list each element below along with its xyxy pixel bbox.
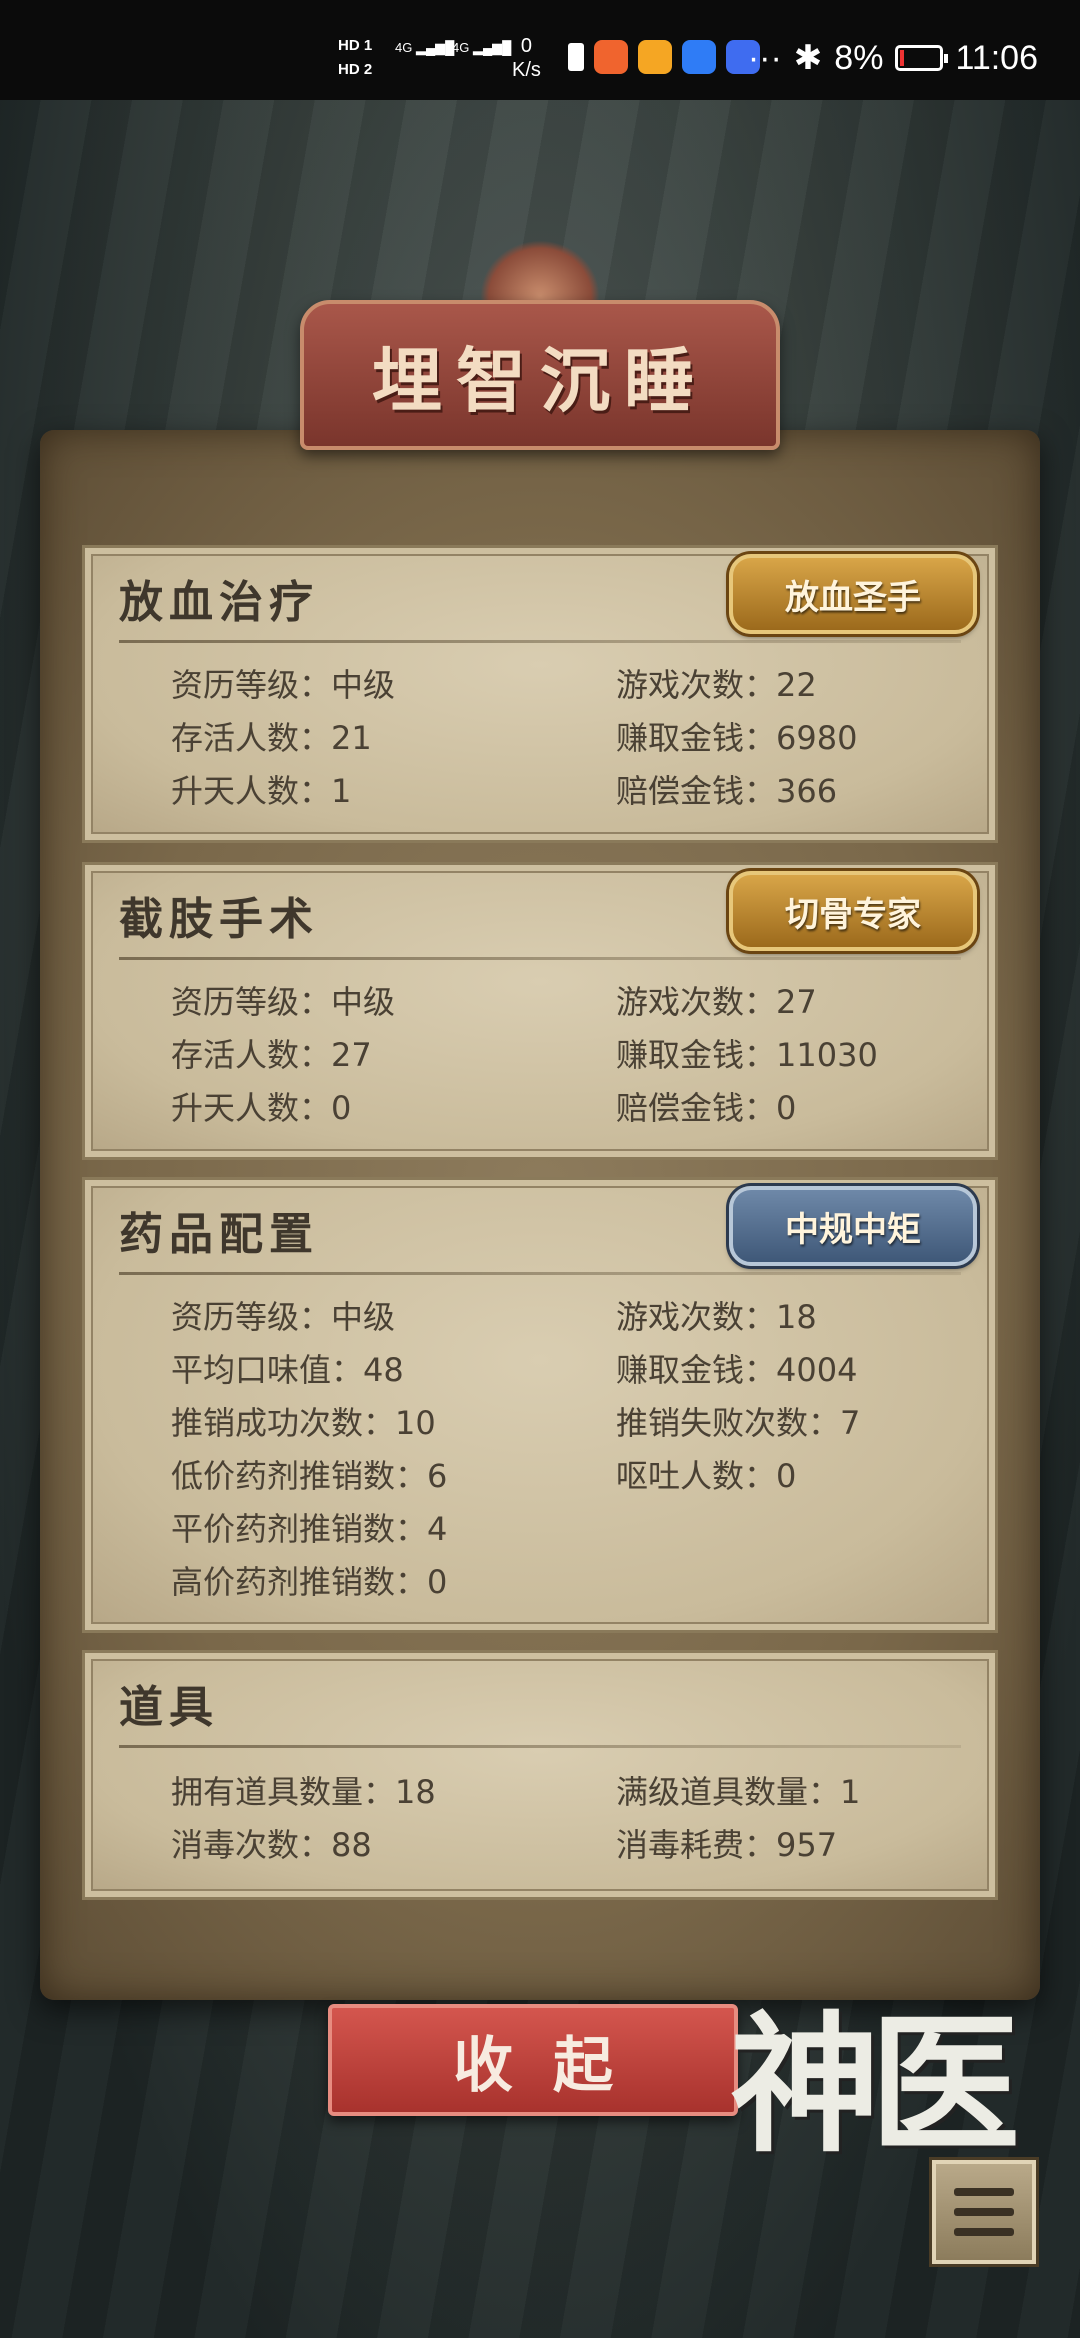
battery-icon	[895, 45, 949, 71]
section-title: 药品配置	[119, 1209, 319, 1260]
stat-item: 赚取金钱：4004	[616, 1350, 858, 1389]
stat-item: 存活人数：27	[171, 1035, 372, 1074]
menu-line	[954, 2208, 1014, 2216]
stat-row: 拥有道具数量：18 满级道具数量：1	[171, 1763, 965, 1816]
stat-row: 低价药剂推销数：6 呕吐人数：0	[171, 1447, 965, 1500]
menu-line	[954, 2188, 1014, 2196]
stat-item: 赔偿金钱：0	[616, 1088, 797, 1127]
stat-item: 拥有道具数量：18	[171, 1772, 436, 1811]
stat-row: 资历等级：中级 游戏次数：27	[171, 973, 965, 1026]
stat-row: 升天人数：1 赔偿金钱：366	[171, 762, 965, 815]
stat-item: 游戏次数：27	[616, 982, 817, 1021]
stat-item: 资历等级：中级	[171, 665, 396, 704]
clock: 11:06	[955, 38, 1038, 77]
stat-item: 高价药剂推销数：0	[171, 1562, 448, 1601]
stat-item: 呕吐人数：0	[616, 1456, 797, 1495]
sim-icon	[568, 43, 584, 71]
rank-badge: 中规中矩	[729, 1186, 977, 1266]
stats-list: 拥有道具数量：18 满级道具数量：1 消毒次数：88 消毒耗费：957	[171, 1763, 965, 1869]
stat-row: 升天人数：0 赔偿金钱：0	[171, 1079, 965, 1132]
stat-item: 资历等级：中级	[171, 982, 396, 1021]
stat-row: 平均口味值：48 赚取金钱：4004	[171, 1341, 965, 1394]
stat-item: 升天人数：0	[171, 1088, 352, 1127]
stat-item: 推销失败次数：7	[616, 1403, 861, 1442]
stat-item: 赚取金钱：11030	[616, 1035, 878, 1074]
rank-badge: 放血圣手	[729, 554, 977, 634]
stat-item: 资历等级：中级	[171, 1297, 396, 1336]
stat-item: 游戏次数：18	[616, 1297, 817, 1336]
battery-percent: 8%	[834, 38, 884, 77]
stat-item: 满级道具数量：1	[616, 1772, 861, 1811]
stat-item: 平价药剂推销数：4	[171, 1509, 448, 1548]
section-bloodletting: 放血治疗 放血圣手 资历等级：中级 游戏次数：22 存活人数：21 赚取金钱：6…	[82, 545, 998, 843]
section-title: 道具	[119, 1682, 219, 1733]
stat-row: 消毒次数：88 消毒耗费：957	[171, 1816, 965, 1869]
net-speed-unit: K/s	[512, 59, 541, 81]
section-items: 道具 拥有道具数量：18 满级道具数量：1 消毒次数：88 消毒耗费：957	[82, 1650, 998, 1900]
bluetooth-icon: ✱	[793, 39, 823, 77]
stats-list: 资历等级：中级 游戏次数：22 存活人数：21 赚取金钱：6980 升天人数：1…	[171, 656, 965, 815]
stat-item: 低价药剂推销数：6	[171, 1456, 448, 1495]
section-divider	[119, 1272, 961, 1275]
stat-row: 存活人数：27 赚取金钱：11030	[171, 1026, 965, 1079]
stat-row: 资历等级：中级 游戏次数：18	[171, 1288, 965, 1341]
hd-indicator: HD 1 HD 2	[338, 34, 372, 82]
notification-icons	[568, 40, 760, 74]
stat-item: 平均口味值：48	[171, 1350, 404, 1389]
more-icon: ···	[747, 38, 782, 77]
stat-item: 赔偿金钱：366	[616, 771, 838, 810]
section-divider	[119, 640, 961, 643]
menu-icon[interactable]	[932, 2160, 1036, 2264]
section-amputation: 截肢手术 切骨专家 资历等级：中级 游戏次数：27 存活人数：27 赚取金钱：1…	[82, 862, 998, 1160]
section-title: 截肢手术	[119, 894, 319, 945]
weibo-icon	[638, 40, 672, 74]
section-title: 放血治疗	[119, 577, 319, 628]
stat-item: 推销成功次数：10	[171, 1403, 436, 1442]
stat-item: 升天人数：1	[171, 771, 352, 810]
stat-row: 存活人数：21 赚取金钱：6980	[171, 709, 965, 762]
stats-list: 资历等级：中级 游戏次数：27 存活人数：27 赚取金钱：11030 升天人数：…	[171, 973, 965, 1132]
stat-row: 资历等级：中级 游戏次数：22	[171, 656, 965, 709]
menu-line	[954, 2228, 1014, 2236]
net-speed-value: 0	[520, 35, 533, 57]
stats-list: 资历等级：中级 游戏次数：18 平均口味值：48 赚取金钱：4004 推销成功次…	[171, 1288, 965, 1606]
app-icon-orange	[594, 40, 628, 74]
signal-icon-2: 4G ▂▄▆█	[452, 40, 512, 55]
hd1-label: HD 1	[338, 37, 373, 54]
status-right: ··· ✱ 8% 11:06	[748, 38, 1038, 78]
stat-item: 存活人数：21	[171, 718, 372, 757]
stat-item: 消毒次数：88	[171, 1825, 372, 1864]
stat-row: 平价药剂推销数：4	[171, 1500, 965, 1553]
game-logo: 神医	[730, 1997, 1020, 2173]
search-app-icon	[682, 40, 716, 74]
collapse-button[interactable]: 收起	[328, 2004, 738, 2116]
page-title: 埋智沉睡	[372, 339, 708, 422]
stat-item: 游戏次数：22	[616, 665, 817, 704]
rank-badge: 切骨专家	[729, 871, 977, 951]
hd2-label: HD 2	[338, 61, 373, 78]
stat-item: 消毒耗费：957	[616, 1825, 838, 1864]
stat-row: 推销成功次数：10 推销失败次数：7	[171, 1394, 965, 1447]
stat-row: 高价药剂推销数：0	[171, 1553, 965, 1606]
network-speed: 0 K/s	[512, 34, 541, 82]
signal-icon-1: 4G ▂▄▆█	[395, 40, 455, 55]
stat-item: 赚取金钱：6980	[616, 718, 858, 757]
section-medicine: 药品配置 中规中矩 资历等级：中级 游戏次数：18 平均口味值：48 赚取金钱：…	[82, 1177, 998, 1633]
section-divider	[119, 1745, 961, 1748]
status-bar: HD 1 HD 2 4G ▂▄▆█ 4G ▂▄▆█ 0 K/s ··· ✱ 8%…	[0, 0, 1080, 100]
section-divider	[119, 957, 961, 960]
